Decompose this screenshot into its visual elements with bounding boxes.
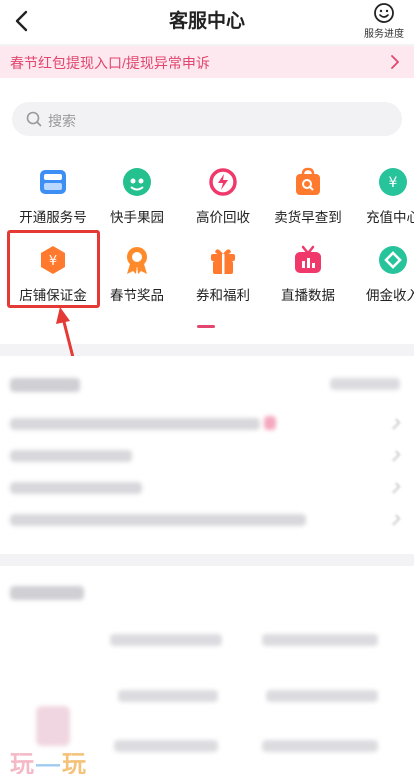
tv-icon [295,245,321,273]
bag-search-icon [296,167,320,195]
service-label: 开通服务号 [19,210,87,225]
service-label: 高价回收 [196,210,250,225]
chevron-left-icon [15,10,28,32]
service-label: 券和福利 [196,288,250,303]
service-label: 快手果园 [110,210,164,225]
service-label: 充值中心 [366,210,414,225]
yuan-icon: ¥ [379,168,407,196]
service-track-sales[interactable]: 卖货早查到 [265,166,351,236]
service-recycle[interactable]: 高价回收 [180,166,266,236]
search-icon [26,111,42,127]
service-label: 佣金收入 [366,288,414,303]
banner-text: 春节红包提现入口/提现异常申诉 [10,55,210,71]
search-placeholder: 搜索 [48,113,76,129]
smiley-icon [374,3,394,23]
service-spring-prizes[interactable]: 春节奖品 [94,244,180,314]
service-live-data[interactable]: 直播数据 [265,244,351,314]
diamond-icon [379,246,407,274]
highlight-box [7,230,100,308]
help-center-card [0,566,414,774]
svg-text:¥: ¥ [389,175,398,191]
promo-banner[interactable]: 春节红包提现入口/提现异常申诉 [0,46,414,78]
faq-card [0,356,414,554]
page-indicator [197,325,215,328]
header: 客服中心 服务进度 [0,0,414,44]
recycle-icon [209,168,237,196]
gift-icon [211,249,235,274]
back-button[interactable] [8,6,38,36]
page-title: 客服中心 [168,11,245,32]
progress-label: 服务进度 [364,29,404,40]
service-topup[interactable]: ¥ 充值中心 [350,166,414,236]
service-label: 春节奖品 [110,288,164,303]
fruit-icon [123,168,151,196]
service-orchard[interactable]: 快手果园 [94,166,180,236]
medal-icon [127,247,147,274]
chevron-right-icon [391,55,399,69]
watermark: 玩—玩 [10,751,88,774]
service-progress-button[interactable]: 服务进度 [360,2,408,40]
service-coupons[interactable]: 券和福利 [180,244,266,314]
search-input[interactable]: 搜索 [12,102,402,136]
service-label: 卖货早查到 [274,210,342,225]
service-commission[interactable]: 佣金收入 [350,244,414,314]
service-label: 直播数据 [281,288,335,303]
store-icon [40,170,66,194]
service-open-account[interactable]: 开通服务号 [10,166,96,236]
